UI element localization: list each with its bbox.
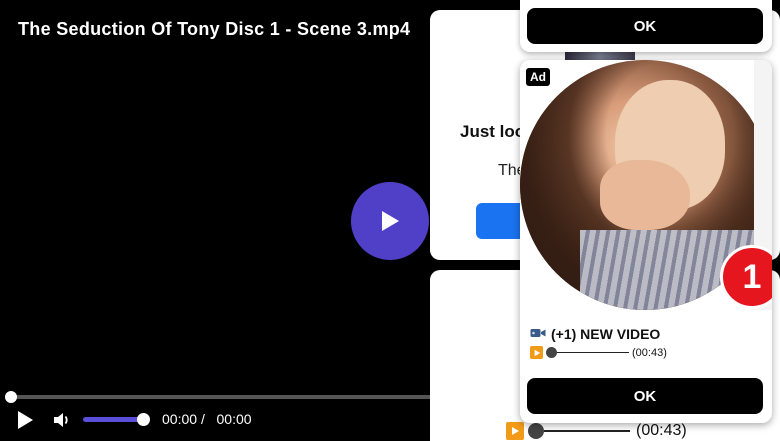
- notification-card-top: OK: [520, 0, 772, 52]
- video-duration: (00:43): [636, 422, 687, 439]
- volume-button[interactable]: [52, 410, 72, 430]
- ad-duration: (00:43): [632, 346, 667, 359]
- current-time: 00:00: [162, 411, 198, 427]
- big-play-button[interactable]: [351, 182, 429, 260]
- play-button-icon: [530, 346, 543, 359]
- duration: 00:00: [216, 411, 252, 427]
- play-button[interactable]: [14, 409, 38, 431]
- play-button-icon: [506, 422, 524, 440]
- ad-badge: Ad: [526, 68, 550, 86]
- scrubber-dot-icon: [528, 423, 544, 439]
- ad-duration-row: (00:43): [530, 346, 667, 359]
- ad-card[interactable]: Ad 1 (+1) NEW VIDEO (00:43) OK: [520, 60, 772, 423]
- ad-image-hand: [600, 160, 690, 230]
- video-duration-row: (00:43): [506, 422, 687, 440]
- seek-handle[interactable]: [5, 391, 17, 403]
- speaker-icon: [54, 413, 68, 427]
- volume-handle[interactable]: [137, 413, 150, 426]
- scrubber-line: [557, 352, 629, 353]
- play-icon: [18, 411, 33, 429]
- dialog-heading: Just loo: [460, 122, 526, 141]
- ad-title: (+1) NEW VIDEO: [530, 326, 660, 342]
- ok-button[interactable]: OK: [527, 8, 763, 44]
- volume-slider[interactable]: [83, 417, 143, 422]
- scrubber-dot-icon: [546, 347, 557, 358]
- ok-button[interactable]: OK: [527, 378, 763, 414]
- video-camera-icon: [530, 326, 546, 342]
- time-display: 00:00 / 00:00: [162, 411, 252, 427]
- ad-title-text: (+1) NEW VIDEO: [551, 326, 661, 342]
- video-title: The Seduction Of Tony Disc 1 - Scene 3.m…: [18, 19, 411, 39]
- scrubber-line: [544, 430, 630, 432]
- time-separator: /: [200, 411, 205, 427]
- play-icon: [382, 211, 399, 231]
